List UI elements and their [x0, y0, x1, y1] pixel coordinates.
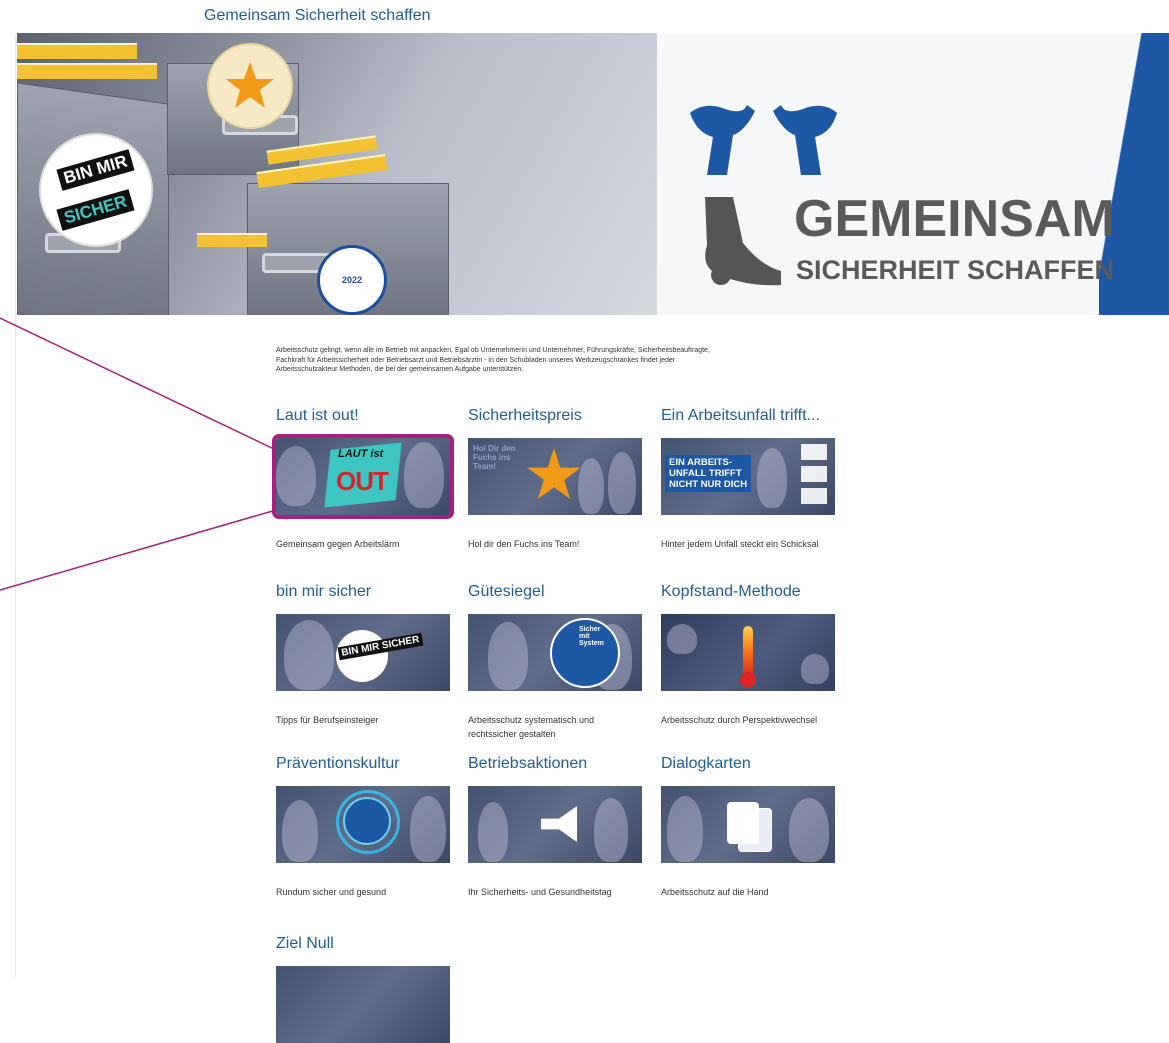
- tile-caption: Arbeitsschutz auf die Hand: [661, 887, 769, 897]
- tile-heading[interactable]: Betriebsaktionen: [468, 755, 642, 777]
- hero-banner: BIN MIR SICHER 2022 GEMEINSAM SICHERHEIT…: [17, 33, 1169, 315]
- tile-image[interactable]: [276, 786, 450, 863]
- person-silhouette: [578, 458, 604, 514]
- tile-heading[interactable]: Gütesiegel: [468, 583, 642, 605]
- tile-laut-ist-out[interactable]: Laut ist out! LAUT ist OUT Gemeinsam geg…: [272, 407, 454, 551]
- person-silhouette: [284, 620, 334, 690]
- page-title: Gemeinsam Sicherheit schaffen: [204, 7, 431, 24]
- tile-kopfstand-methode[interactable]: Kopfstand-Methode Arbeitsschutz durch Pe…: [661, 583, 835, 727]
- image-overlay-text: EIN ARBEITS- UNFALL TRIFFT NICHT NUR DIC…: [665, 455, 752, 492]
- person-silhouette: [404, 442, 444, 508]
- megaphone-icon: [541, 806, 577, 842]
- fox-star-icon: [527, 448, 581, 499]
- guetesiegel-badge-text: Sicher mit System: [579, 626, 604, 647]
- people-group-icon: [343, 797, 391, 845]
- tile-image[interactable]: LAUT ist OUT: [272, 434, 454, 519]
- tile-image[interactable]: [468, 786, 642, 863]
- tile-dialogkarten[interactable]: Dialogkarten Arbeitsschutz auf die Hand: [661, 755, 835, 899]
- tile-heading[interactable]: Ein Arbeitsunfall trifft...: [661, 407, 835, 429]
- person-silhouette: [478, 802, 508, 862]
- tile-sicherheitspreis[interactable]: Sicherheitspreis Hol Dir den Fuchs ins T…: [468, 407, 642, 551]
- tile-guetesiegel[interactable]: Gütesiegel Sicher mit System Arbeitsschu…: [468, 583, 642, 742]
- tile-caption: Rundum sicher und gesund: [276, 887, 387, 897]
- person-silhouette: [282, 800, 318, 862]
- tile-image[interactable]: Sicher mit System: [468, 614, 642, 691]
- tile-heading[interactable]: Präventionskultur: [276, 755, 450, 777]
- intro-text: Arbeitsschutz gelingt, wenn alle im Betr…: [276, 347, 710, 374]
- tile-heading[interactable]: Ziel Null: [276, 935, 450, 957]
- hero-cabinet-image: BIN MIR SICHER 2022: [17, 33, 657, 315]
- person-silhouette: [667, 796, 703, 862]
- tile-caption: Gemeinsam gegen Arbeitslärm: [276, 539, 400, 549]
- image-overlay-text: Hol Dir den Fuchs ins Team!: [473, 444, 516, 471]
- person-silhouette: [801, 654, 829, 684]
- left-divider: [15, 35, 16, 977]
- laut-badge-text: LAUT ist: [338, 448, 384, 460]
- tile-arbeitsunfall[interactable]: Ein Arbeitsunfall trifft... EIN ARBEITS-…: [661, 407, 835, 551]
- tile-image[interactable]: Hol Dir den Fuchs ins Team!: [468, 438, 642, 515]
- tile-image[interactable]: [661, 786, 835, 863]
- tile-image[interactable]: EIN ARBEITS- UNFALL TRIFFT NICHT NUR DIC…: [661, 438, 835, 515]
- logo-text-gemeinsam: GEMEINSAM: [794, 190, 1115, 248]
- person-silhouette: [410, 796, 446, 862]
- dialog-card-icon: [727, 802, 759, 844]
- folder: [17, 43, 137, 59]
- person-silhouette: [789, 798, 829, 862]
- tile-caption: Arbeitsschutz durch Perspektivwechsel: [661, 715, 818, 725]
- person-silhouette: [276, 446, 316, 506]
- folder: [17, 63, 157, 79]
- person-silhouette: [594, 798, 628, 862]
- thermometer-bulb-icon: [740, 672, 756, 688]
- tile-caption: Ihr Sicherheits- und Gesundheitstag: [468, 887, 612, 897]
- tile-caption: Hol dir den Fuchs ins Team!: [468, 539, 580, 549]
- tile-image[interactable]: [661, 614, 835, 691]
- tile-caption: Tipps für Berufseinsteiger: [276, 715, 379, 725]
- card-thumbnail: [801, 444, 827, 460]
- tile-heading[interactable]: Dialogkarten: [661, 755, 835, 777]
- tile-caption: Arbeitsschutz systematisch und rechtssic…: [468, 715, 595, 740]
- tile-heading[interactable]: Laut ist out!: [276, 407, 450, 429]
- star-icon: [226, 62, 274, 108]
- tile-betriebsaktionen[interactable]: Betriebsaktionen Ihr Sicherheits- und Ge…: [468, 755, 642, 899]
- thermometer-icon: [743, 626, 753, 678]
- fox-sticker: [207, 43, 293, 129]
- tile-image[interactable]: BIN MIR SICHER: [276, 614, 450, 691]
- tile-heading[interactable]: Kopfstand-Methode: [661, 583, 835, 605]
- binmirsicher-sticker: BIN MIR SICHER: [39, 133, 153, 247]
- person-silhouette: [488, 622, 528, 690]
- tile-heading[interactable]: Sicherheitspreis: [468, 407, 642, 429]
- card-thumbnail: [801, 466, 827, 482]
- hero-logo-area: GEMEINSAM SICHERHEIT SCHAFFEN: [657, 33, 1169, 315]
- out-badge-text: OUT: [336, 466, 389, 496]
- folder: [197, 233, 267, 247]
- tile-bin-mir-sicher[interactable]: bin mir sicher BIN MIR SICHER Tipps für …: [276, 583, 450, 727]
- tile-caption: Hinter jedem Unfall steckt ein Schicksal: [661, 539, 819, 549]
- person-silhouette: [667, 624, 697, 654]
- card-thumbnail: [801, 488, 827, 504]
- person-silhouette: [757, 448, 787, 508]
- tile-ziel-null[interactable]: Ziel Null: [276, 935, 450, 1043]
- logo-text-sicherheit: SICHERHEIT SCHAFFEN: [796, 255, 1115, 285]
- person-silhouette: [608, 452, 636, 514]
- tile-image[interactable]: [276, 966, 450, 1043]
- seal-sticker: 2022: [317, 245, 387, 315]
- tile-praeventionskultur[interactable]: Präventionskultur Rundum sicher und gesu…: [276, 755, 450, 899]
- tile-heading[interactable]: bin mir sicher: [276, 583, 450, 605]
